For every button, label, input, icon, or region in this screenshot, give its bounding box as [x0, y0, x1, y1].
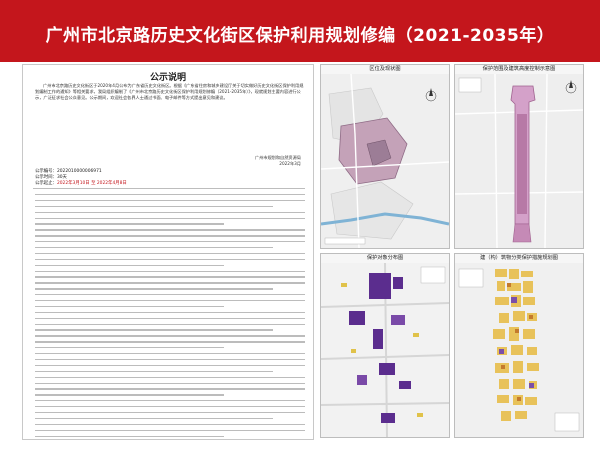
map-panel-title: 保护范围及建筑高度控制示意图 [482, 66, 556, 72]
notice-heading: 公示说明 [149, 73, 186, 83]
location-map [321, 74, 449, 248]
protection-range-map [455, 74, 583, 248]
notice-board: 广州市北京路历史文化街区保护利用规划修编（2021-2035年） 公示说明 广州… [0, 0, 600, 449]
divider [33, 188, 305, 189]
building-measures-map [455, 263, 583, 437]
map-panel-title: 保护对象分布图 [366, 255, 404, 261]
title-band: 广州市北京路历史文化街区保护利用规划修编（2021-2035年） [0, 0, 600, 62]
page-title: 广州市北京路历史文化街区保护利用规划修编（2021-2035年） [45, 26, 555, 46]
map-panel-location: 区位及现状图 [320, 64, 450, 249]
notice-panel: 公示说明 广州市北京路历史文化街区于2020年4月公布为广东省历史文化街区。根据… [22, 64, 314, 440]
map-panel-title: 建（构）筑物分类保护措施规划图 [480, 255, 558, 261]
notice-date-row: 公示起止：2022年3月10日 至 2022年4月8日 [35, 180, 127, 186]
notice-signature-date: 2022年3月 [279, 161, 301, 166]
map-panel-building-measures: 建（构）筑物分类保护措施规划图 [454, 253, 584, 438]
fine-print-block [35, 194, 305, 441]
map-panel-protection-range: 保护范围及建筑高度控制示意图 [454, 64, 584, 249]
notice-body: 广州市北京路历史文化街区于2020年4月公布为广东省历史文化街区。根据《广东省住… [35, 83, 304, 100]
map-panel-protected-objects: 保护对象分布图 [320, 253, 450, 438]
map-panel-title: 区位及现状图 [369, 66, 401, 72]
notice-date-label: 公示起止： [35, 181, 57, 186]
notice-date-range: 2022年3月10日 至 2022年4月8日 [56, 181, 127, 186]
protected-objects-map [321, 263, 449, 437]
